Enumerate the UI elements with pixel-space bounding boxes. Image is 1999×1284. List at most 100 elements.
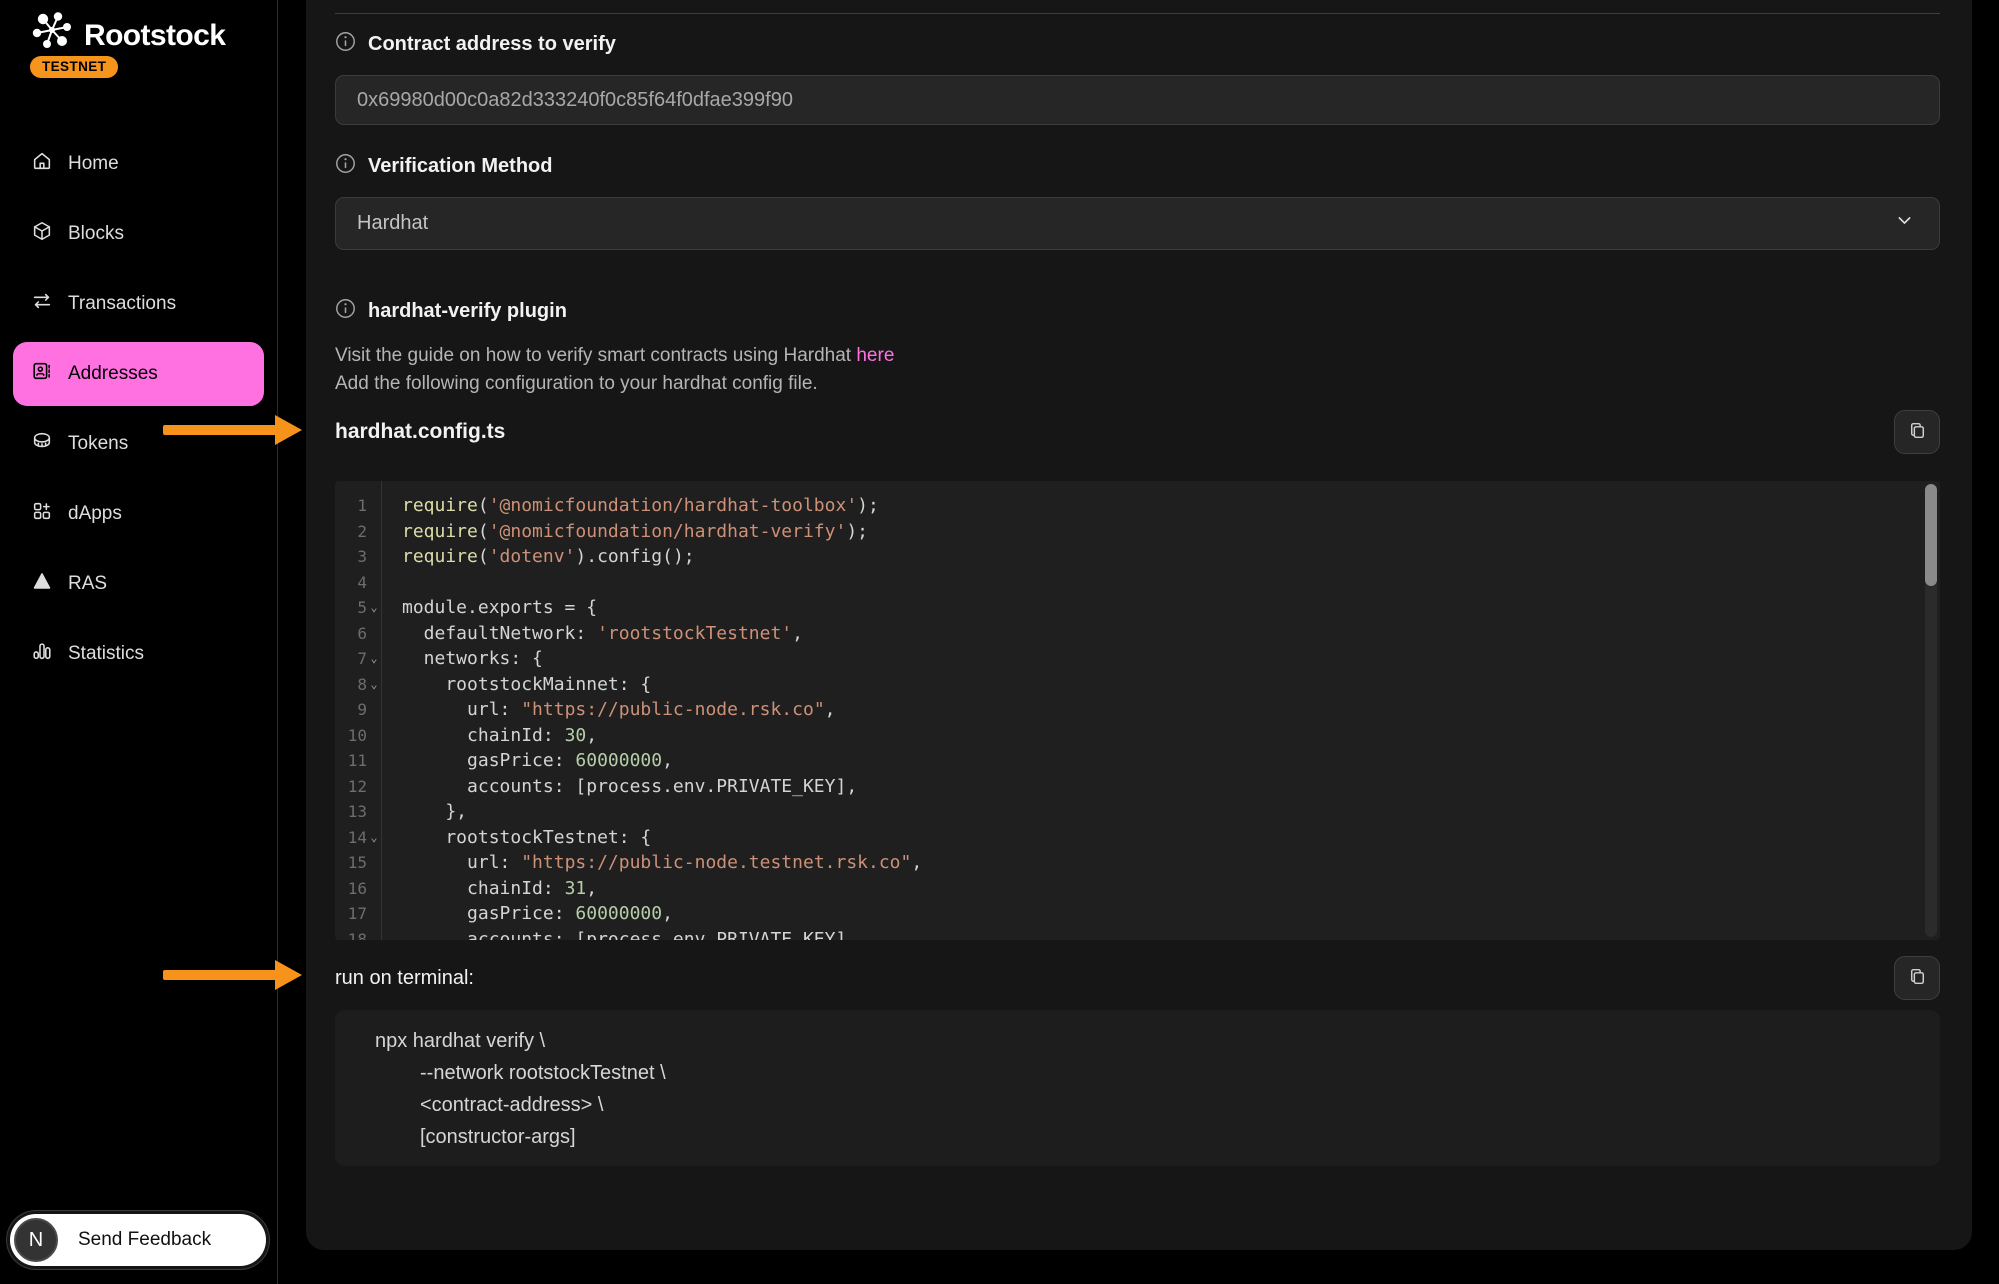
blocks-icon xyxy=(31,220,53,248)
guide-here-link[interactable]: here xyxy=(856,345,894,366)
fold-chevron-icon[interactable]: ⌄ xyxy=(367,825,381,851)
code-line: 1require('@nomicfoundation/hardhat-toolb… xyxy=(347,493,1940,519)
fold-spacer xyxy=(367,544,381,570)
send-feedback-button[interactable]: N Send Feedback xyxy=(10,1214,266,1266)
line-number: 8 xyxy=(347,672,367,698)
verification-method-select[interactable]: Hardhat xyxy=(335,197,1940,250)
fold-spacer xyxy=(367,927,381,941)
testnet-badge: TESTNET xyxy=(30,56,118,78)
code-text: url: "https://public-node.testnet.rsk.co… xyxy=(381,850,922,876)
rootstock-logo[interactable]: Rootstock xyxy=(30,10,225,61)
copy-icon xyxy=(1907,420,1928,444)
line-number: 10 xyxy=(347,723,367,749)
sidebar-item-ras[interactable]: RAS xyxy=(13,549,264,619)
verification-method-value: Hardhat xyxy=(357,212,428,235)
dapps-icon xyxy=(31,500,53,528)
statistics-icon xyxy=(31,640,53,668)
code-text xyxy=(381,570,413,596)
fold-spacer xyxy=(367,850,381,876)
fold-chevron-icon[interactable]: ⌄ xyxy=(367,595,381,621)
code-text: defaultNetwork: 'rootstockTestnet', xyxy=(381,621,803,647)
code-line: 15 url: "https://public-node.testnet.rsk… xyxy=(347,850,1940,876)
line-number: 11 xyxy=(347,748,367,774)
code-text: require('dotenv').config(); xyxy=(381,544,695,570)
code-scrollbar-track[interactable] xyxy=(1925,484,1937,937)
transactions-icon xyxy=(31,290,53,318)
main-panel: Contract address to verify Verification … xyxy=(306,0,1972,1250)
terminal-line: --network rootstockTestnet \ xyxy=(375,1057,1900,1089)
code-text: chainId: 31, xyxy=(381,876,597,902)
fold-spacer xyxy=(367,774,381,800)
code-text: module.exports = { xyxy=(381,595,597,621)
sidebar-item-label: Transactions xyxy=(68,293,176,315)
code-line: 4 xyxy=(347,570,1940,596)
rootstock-logo-icon xyxy=(30,10,76,61)
sidebar-item-label: RAS xyxy=(68,573,107,595)
contract-address-input[interactable] xyxy=(335,75,1940,125)
code-line: 12 accounts: [process.env.PRIVATE_KEY], xyxy=(347,774,1940,800)
feedback-avatar: N xyxy=(14,1218,58,1262)
info-icon xyxy=(335,31,356,58)
line-number: 5 xyxy=(347,595,367,621)
home-icon xyxy=(31,150,53,178)
line-number: 14 xyxy=(347,825,367,851)
fold-spacer xyxy=(367,748,381,774)
terminal-title-row: run on terminal: xyxy=(335,956,1940,1000)
code-line: 18 accounts: [process.env.PRIVATE_KEY], xyxy=(347,927,1940,941)
ras-icon xyxy=(31,570,53,598)
sidebar-item-label: Blocks xyxy=(68,223,124,245)
code-line: 17 gasPrice: 60000000, xyxy=(347,901,1940,927)
fold-spacer xyxy=(367,519,381,545)
code-text: chainId: 30, xyxy=(381,723,597,749)
copy-terminal-button[interactable] xyxy=(1894,956,1940,1000)
verification-method-label: Verification Method xyxy=(368,155,552,178)
line-number: 2 xyxy=(347,519,367,545)
line-number: 6 xyxy=(347,621,367,647)
sidebar-item-label: dApps xyxy=(68,503,122,525)
code-scrollbar-thumb[interactable] xyxy=(1925,484,1937,586)
config-file-title: hardhat.config.ts xyxy=(335,420,505,444)
code-line: 5⌄module.exports = { xyxy=(347,595,1940,621)
terminal-line: npx hardhat verify \ xyxy=(375,1025,1900,1057)
copy-icon xyxy=(1907,966,1928,990)
contract-address-label: Contract address to verify xyxy=(368,33,616,56)
fold-spacer xyxy=(367,697,381,723)
tokens-icon xyxy=(31,430,53,458)
line-number: 13 xyxy=(347,799,367,825)
sidebar-item-blocks[interactable]: Blocks xyxy=(13,199,264,269)
fold-chevron-icon[interactable]: ⌄ xyxy=(367,646,381,672)
verify-form: Contract address to verify Verification … xyxy=(306,13,1972,1166)
section-divider xyxy=(335,13,1940,14)
sidebar-item-label: Statistics xyxy=(68,643,144,665)
copy-config-button[interactable] xyxy=(1894,410,1940,454)
guide-text: Visit the guide on how to verify smart c… xyxy=(335,345,851,366)
fold-chevron-icon[interactable]: ⌄ xyxy=(367,672,381,698)
code-line: 13 }, xyxy=(347,799,1940,825)
code-line: 8⌄ rootstockMainnet: { xyxy=(347,672,1940,698)
sidebar-item-transactions[interactable]: Transactions xyxy=(13,269,264,339)
line-number: 1 xyxy=(347,493,367,519)
sidebar-item-statistics[interactable]: Statistics xyxy=(13,619,264,689)
line-number: 3 xyxy=(347,544,367,570)
sidebar-item-dapps[interactable]: dApps xyxy=(13,479,264,549)
sidebar-item-tokens[interactable]: Tokens xyxy=(13,409,264,479)
arrow-head xyxy=(275,415,302,445)
sidebar-item-home[interactable]: Home xyxy=(13,129,264,199)
fold-spacer xyxy=(367,570,381,596)
code-line: 3 require('dotenv').config(); xyxy=(347,544,1940,570)
sidebar-item-addresses[interactable]: Addresses xyxy=(13,342,264,406)
terminal-line: <contract-address> \ xyxy=(375,1089,1900,1121)
code-line: 11 gasPrice: 60000000, xyxy=(347,748,1940,774)
fold-spacer xyxy=(367,621,381,647)
line-number: 12 xyxy=(347,774,367,800)
code-line: 7⌄ networks: { xyxy=(347,646,1940,672)
info-icon xyxy=(335,298,356,325)
plugin-title: hardhat-verify plugin xyxy=(368,300,567,323)
guide-line-1: Visit the guide on how to verify smart c… xyxy=(335,342,1940,370)
terminal-command-block: npx hardhat verify \--network rootstockT… xyxy=(335,1010,1940,1166)
fold-spacer xyxy=(367,493,381,519)
sidebar: Rootstock TESTNET Home Blocks xyxy=(0,0,278,1284)
code-text: rootstockTestnet: { xyxy=(381,825,651,851)
line-number: 7 xyxy=(347,646,367,672)
code-line: 6 defaultNetwork: 'rootstockTestnet', xyxy=(347,621,1940,647)
